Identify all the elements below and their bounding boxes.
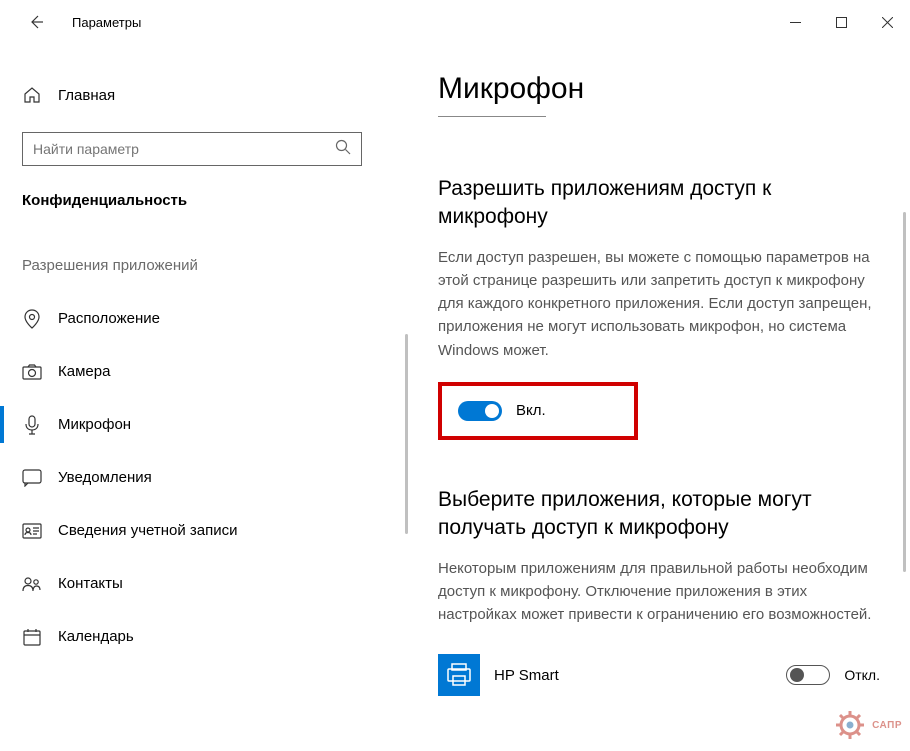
app-toggle-wrap: Откл. <box>786 665 880 685</box>
sidebar-item-camera[interactable]: Камера <box>0 345 410 398</box>
minimize-icon <box>790 17 801 28</box>
watermark: САПР <box>832 707 902 743</box>
sidebar-item-location[interactable]: Расположение <box>0 292 410 345</box>
search-box[interactable] <box>22 132 362 166</box>
gear-watermark-icon <box>832 707 868 743</box>
microphone-icon <box>22 415 42 435</box>
back-button[interactable] <box>16 2 56 42</box>
sidebar-item-label: Камера <box>58 363 110 380</box>
main-scrollbar[interactable] <box>903 212 906 572</box>
window-title: Параметры <box>72 15 141 30</box>
camera-icon <box>22 364 42 380</box>
minimize-button[interactable] <box>772 6 818 38</box>
sidebar-item-label: Уведомления <box>58 469 152 486</box>
sidebar-item-label: Контакты <box>58 575 123 592</box>
section1-body: Если доступ разрешен, вы можете с помощь… <box>438 246 880 362</box>
sidebar-item-label: Расположение <box>58 310 160 327</box>
nav-list: Расположение Камера Микрофон Уведомления <box>0 292 410 663</box>
account-info-icon <box>22 523 42 539</box>
page-title: Микрофон <box>438 72 880 114</box>
toggle-knob <box>790 668 804 682</box>
watermark-text: САПР <box>872 720 902 731</box>
section2-heading: Выберите приложения, которые могут получ… <box>438 486 880 543</box>
sidebar-subsection: Разрешения приложений <box>22 257 410 274</box>
arrow-left-icon <box>28 14 44 30</box>
nav-home[interactable]: Главная <box>22 74 410 116</box>
section2-body: Некоторым приложениям для правильной раб… <box>438 557 880 627</box>
close-icon <box>882 17 893 28</box>
sidebar-item-notifications[interactable]: Уведомления <box>0 451 410 504</box>
calendar-icon <box>22 628 42 646</box>
sidebar-item-label: Микрофон <box>58 416 131 433</box>
window-controls <box>772 6 910 38</box>
title-underline <box>438 116 546 117</box>
search-input[interactable] <box>33 141 335 157</box>
sidebar-item-label: Сведения учетной записи <box>58 522 238 539</box>
maximize-button[interactable] <box>818 6 864 38</box>
app-toggle-label: Откл. <box>844 667 880 683</box>
section1-heading: Разрешить приложениям доступ к микрофону <box>438 175 880 232</box>
sidebar-section-title: Конфиденциальность <box>22 192 410 209</box>
home-icon <box>22 86 42 104</box>
app-row: HP Smart Откл. <box>438 654 880 696</box>
sidebar-item-label: Календарь <box>58 628 134 645</box>
search-icon <box>335 139 351 160</box>
sidebar: Главная Конфиденциальность Разрешения пр… <box>0 44 410 751</box>
location-icon <box>22 309 42 329</box>
maximize-icon <box>836 17 847 28</box>
main-content: Микрофон Разрешить приложениям доступ к … <box>410 44 910 751</box>
highlight-box: Вкл. <box>438 382 638 440</box>
nav-home-label: Главная <box>58 87 115 104</box>
app-toggle[interactable] <box>786 665 830 685</box>
app-name: HP Smart <box>494 667 772 684</box>
hp-smart-icon <box>438 654 480 696</box>
sidebar-item-microphone[interactable]: Микрофон <box>0 398 410 451</box>
content: Главная Конфиденциальность Разрешения пр… <box>0 44 910 751</box>
toggle-knob <box>485 404 499 418</box>
sidebar-item-calendar[interactable]: Календарь <box>0 610 410 663</box>
allow-apps-toggle-label: Вкл. <box>516 402 546 419</box>
allow-apps-toggle[interactable] <box>458 401 502 421</box>
sidebar-item-account-info[interactable]: Сведения учетной записи <box>0 504 410 557</box>
contacts-icon <box>22 576 42 592</box>
sidebar-scrollbar[interactable] <box>405 334 408 534</box>
notifications-icon <box>22 469 42 487</box>
close-button[interactable] <box>864 6 910 38</box>
titlebar: Параметры <box>0 0 910 44</box>
sidebar-item-contacts[interactable]: Контакты <box>0 557 410 610</box>
